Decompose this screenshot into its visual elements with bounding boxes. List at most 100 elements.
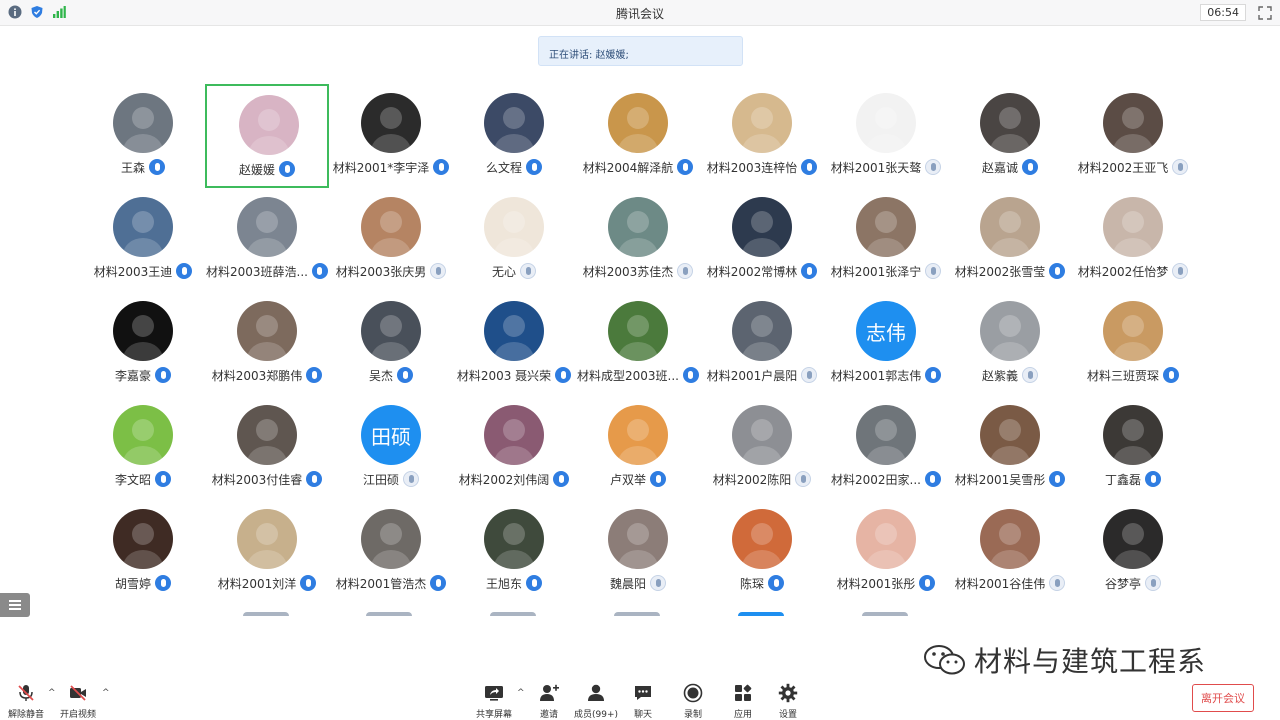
- chat-label: 聊天: [633, 710, 652, 720]
- participant-tile[interactable]: 材料2001张泽宁: [824, 188, 948, 292]
- participant-tile[interactable]: 材料2002张雪莹: [948, 188, 1072, 292]
- participant-tile[interactable]: 赵媛媛: [205, 84, 329, 188]
- settings-button[interactable]: 设置: [766, 681, 810, 720]
- participant-tile[interactable]: 无心: [452, 188, 576, 292]
- mic-icon: [300, 575, 317, 591]
- apps-button[interactable]: 应用: [721, 681, 765, 720]
- participant-tile[interactable]: 材料2003苏佳杰: [576, 188, 700, 292]
- participant-tile[interactable]: 材料2001刘洋: [205, 500, 329, 604]
- participant-tile[interactable]: 材料2001谷佳伟: [948, 500, 1072, 604]
- participant-tile[interactable]: 材料2001吴雪彤: [948, 396, 1072, 500]
- participant-namebar: 材料2003付佳睿: [205, 470, 329, 488]
- avatar-peek: [862, 612, 908, 616]
- participant-tile[interactable]: 材料成型2003班...: [576, 292, 700, 396]
- avatar-photo: [123, 211, 163, 257]
- mic-off-icon: [925, 263, 942, 279]
- participant-tile[interactable]: 材料2001管浩杰: [329, 500, 453, 604]
- participant-tile[interactable]: 卢双举: [576, 396, 700, 500]
- avatar: 田硕: [361, 405, 421, 465]
- invite-button[interactable]: 邀请: [527, 681, 571, 720]
- participant-tile[interactable]: 志伟 材料2001郭志伟: [824, 292, 948, 396]
- participant-tile[interactable]: 材料2001*李宇泽: [329, 84, 453, 188]
- participant-tile[interactable]: 材料三班贾琛: [1071, 292, 1195, 396]
- share-screen-button[interactable]: 共享屏幕: [472, 681, 516, 720]
- mic-icon: [397, 367, 413, 383]
- participant-tile[interactable]: 材料2003付佳睿: [205, 396, 329, 500]
- participant-tile[interactable]: 赵紫義: [948, 292, 1072, 396]
- participant-tile[interactable]: 材料2002常博林: [700, 188, 824, 292]
- participant-tile[interactable]: 材料2003班薛浩...: [205, 188, 329, 292]
- participant-name: 材料三班贾琛: [1086, 368, 1159, 383]
- avatar: [361, 301, 421, 361]
- mic-icon: [919, 575, 936, 591]
- members-button[interactable]: 成员(99+): [574, 681, 618, 720]
- participant-namebar: 材料2002张雪莹: [948, 262, 1072, 280]
- avatar: [732, 301, 792, 361]
- participant-tile[interactable]: 材料2003郑鹏伟: [205, 292, 329, 396]
- participant-name: 材料2002刘伟阔: [458, 472, 550, 487]
- participant-namebar: 胡雪婷: [81, 574, 205, 592]
- participant-name: 李嘉豪: [114, 368, 151, 383]
- participant-tile[interactable]: 材料2003张庆男: [329, 188, 453, 292]
- avatar-photo: [123, 315, 163, 361]
- avatar: [608, 405, 668, 465]
- members-icon: [588, 684, 604, 701]
- participant-tile[interactable]: 材料2004解泽航: [576, 84, 700, 188]
- participant-name: 吴杰: [368, 368, 393, 383]
- avatar-peek: [366, 612, 412, 616]
- participant-tile[interactable]: 李嘉豪: [81, 292, 205, 396]
- video-options-caret-icon[interactable]: ^: [102, 688, 110, 698]
- avatar-photo: [494, 211, 534, 257]
- participant-name: 材料2002田家...: [831, 472, 921, 487]
- participant-name: 赵紫義: [981, 368, 1018, 383]
- unmute-button[interactable]: 解除静音: [4, 681, 48, 720]
- leave-meeting-button[interactable]: 离开会议: [1192, 684, 1254, 712]
- avatar-photo: [123, 419, 163, 465]
- participant-tile[interactable]: 吴杰: [329, 292, 453, 396]
- participant-tile[interactable]: 材料2002王亚飞: [1071, 84, 1195, 188]
- record-button[interactable]: 录制: [671, 681, 715, 720]
- mic-icon: [176, 263, 193, 279]
- participant-list-toggle[interactable]: [0, 593, 30, 617]
- share-options-caret-icon[interactable]: ^: [517, 688, 525, 698]
- participant-name: 材料2001刘洋: [217, 576, 297, 591]
- participant-namebar: 赵紫義: [948, 366, 1072, 384]
- participant-tile[interactable]: 材料2002田家...: [824, 396, 948, 500]
- chat-button[interactable]: 聊天: [621, 681, 665, 720]
- participant-tile[interactable]: 材料2002刘伟阔: [452, 396, 576, 500]
- participant-tile[interactable]: 么文程: [452, 84, 576, 188]
- mic-off-icon: [925, 159, 942, 175]
- participant-tile[interactable]: 材料2003王迪: [81, 188, 205, 292]
- participant-tile[interactable]: 田硕 江田硕: [329, 396, 453, 500]
- participant-name: 材料2001郭志伟: [830, 368, 922, 383]
- participant-namebar: 材料三班贾琛: [1071, 366, 1195, 384]
- participant-tile[interactable]: 李文昭: [81, 396, 205, 500]
- participant-tile[interactable]: 材料2002陈阳: [700, 396, 824, 500]
- participant-tile[interactable]: 材料2003连梓怡: [700, 84, 824, 188]
- participant-tile[interactable]: 材料2002任怡梦: [1071, 188, 1195, 292]
- participant-namebar: 赵嘉诚: [948, 158, 1072, 176]
- avatar-photo: [247, 419, 287, 465]
- participant-tile[interactable]: 材料2001户晨阳: [700, 292, 824, 396]
- participant-tile[interactable]: 王森: [81, 84, 205, 188]
- participant-tile[interactable]: 魏晨阳: [576, 500, 700, 604]
- participant-tile[interactable]: 材料2001张天骜: [824, 84, 948, 188]
- avatar: [361, 93, 421, 153]
- participant-tile[interactable]: 陈琛: [700, 500, 824, 604]
- participant-tile[interactable]: 丁鑫磊: [1071, 396, 1195, 500]
- participant-namebar: 材料2001张彤: [824, 574, 948, 592]
- participant-name: 胡雪婷: [114, 576, 151, 591]
- avatar: [113, 509, 173, 569]
- mic-icon: [682, 367, 699, 383]
- participant-tile[interactable]: 谷梦亭: [1071, 500, 1195, 604]
- participant-tile[interactable]: 材料2003 聂兴荣: [452, 292, 576, 396]
- audio-options-caret-icon[interactable]: ^: [48, 688, 56, 698]
- participant-tile[interactable]: 材料2001张彤: [824, 500, 948, 604]
- participant-name: 丁鑫磊: [1104, 472, 1141, 487]
- participant-name: 材料2002王亚飞: [1077, 160, 1169, 175]
- fullscreen-icon[interactable]: [1258, 5, 1272, 20]
- participant-tile[interactable]: 赵嘉诚: [948, 84, 1072, 188]
- participant-tile[interactable]: 胡雪婷: [81, 500, 205, 604]
- start-video-button[interactable]: 开启视频: [56, 681, 100, 720]
- participant-tile[interactable]: 王旭东: [452, 500, 576, 604]
